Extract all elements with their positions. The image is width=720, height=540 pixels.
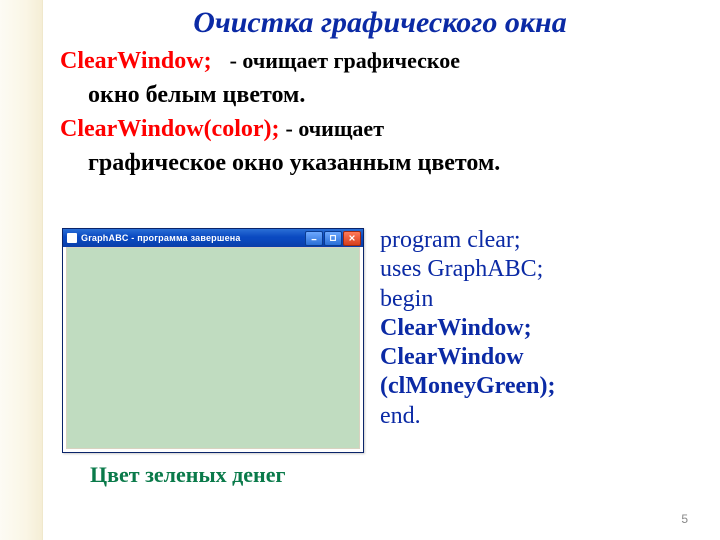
color-caption: Цвет зеленых денег [90, 462, 285, 488]
code-line-4: ClearWindow; [380, 314, 710, 343]
close-icon [348, 234, 356, 242]
definitions-block: ClearWindow; - очищает графическое окно … [60, 46, 700, 182]
window-titlebar: GraphABC - программа завершена [63, 229, 363, 247]
window-buttons [305, 231, 361, 246]
code-block: program clear; uses GraphABC; begin Clea… [380, 226, 710, 431]
window-title: GraphABC - программа завершена [81, 233, 301, 243]
code-line-3: begin [380, 285, 710, 314]
def2-line1: - очищает [286, 116, 384, 141]
code-line-2: uses GraphABC; [380, 255, 710, 284]
code-line-6: (clMoneyGreen); [380, 372, 710, 401]
def1-line2: окно белым цветом. [60, 80, 700, 110]
minimize-icon [310, 234, 318, 242]
window-client-area [66, 247, 360, 449]
maximize-button[interactable] [324, 231, 342, 246]
minimize-button[interactable] [305, 231, 323, 246]
maximize-icon [329, 234, 337, 242]
code-line-1: program clear; [380, 226, 710, 255]
graphabc-window: GraphABC - программа завершена [62, 228, 364, 453]
close-button[interactable] [343, 231, 361, 246]
slide-title: Очистка графического окна [60, 6, 700, 40]
slide: Очистка графического окна ClearWindow; -… [0, 0, 720, 540]
code-line-5: ClearWindow [380, 343, 710, 372]
def1-line1: - очищает графическое [230, 48, 460, 73]
def2-line2: графическое окно указанным цветом. [60, 148, 700, 178]
page-number: 5 [681, 512, 688, 526]
app-icon [67, 233, 77, 243]
keyword-clearwindow: ClearWindow; [60, 48, 212, 74]
code-line-7: end. [380, 402, 710, 431]
left-decorative-strip [0, 0, 43, 540]
keyword-clearwindow-color: ClearWindow(color); [60, 116, 280, 142]
